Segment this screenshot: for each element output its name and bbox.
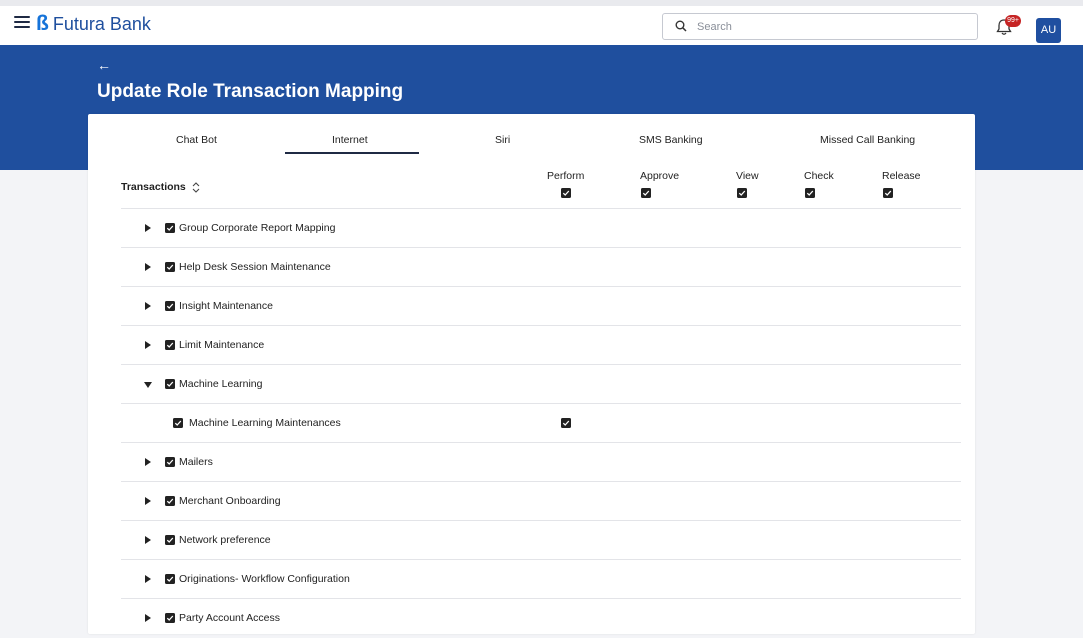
row-label: Party Account Access xyxy=(179,612,280,624)
caret-right-icon[interactable] xyxy=(145,614,151,622)
table-row: Merchant Onboarding xyxy=(121,482,961,521)
transactions-header-label: Transactions xyxy=(121,181,186,193)
column-header-approve: Approve xyxy=(640,170,680,182)
check-icon xyxy=(174,420,182,426)
top-bar: ß Futura Bank 99+ AU xyxy=(0,0,1083,45)
hamburger-menu-icon[interactable] xyxy=(14,16,30,30)
check-icon xyxy=(166,342,174,348)
view-all-checkbox[interactable] xyxy=(737,188,747,198)
column-header-view: View xyxy=(736,170,759,182)
table-row-sub: Machine Learning Maintenances xyxy=(121,404,961,443)
row-checkbox[interactable] xyxy=(165,613,175,623)
row-checkbox[interactable] xyxy=(173,418,183,428)
approve-all-checkbox[interactable] xyxy=(641,188,651,198)
caret-right-icon[interactable] xyxy=(145,341,151,349)
caret-right-icon[interactable] xyxy=(145,458,151,466)
check-icon xyxy=(884,190,892,196)
check-icon xyxy=(166,537,174,543)
back-arrow-icon[interactable]: ← xyxy=(97,58,111,72)
column-header-release: Release xyxy=(882,170,921,182)
row-checkbox[interactable] xyxy=(165,535,175,545)
search-input[interactable] xyxy=(697,17,967,36)
row-checkbox[interactable] xyxy=(165,574,175,584)
search-icon xyxy=(675,20,687,32)
table-row: Group Corporate Report Mapping xyxy=(121,209,961,248)
row-checkbox[interactable] xyxy=(165,301,175,311)
brand-logo[interactable]: ß Futura Bank xyxy=(36,12,151,36)
caret-right-icon[interactable] xyxy=(145,536,151,544)
notification-badge: 99+ xyxy=(1005,15,1021,27)
row-label: Machine Learning Maintenances xyxy=(189,417,341,429)
channel-tabs: Chat Bot Internet Siri SMS Banking Misse… xyxy=(88,114,975,156)
table-row: Originations- Workflow Configuration xyxy=(121,560,961,599)
active-tab-indicator xyxy=(285,152,419,154)
row-label: Help Desk Session Maintenance xyxy=(179,261,331,273)
release-all-checkbox[interactable] xyxy=(883,188,893,198)
check-icon xyxy=(738,190,746,196)
row-checkbox[interactable] xyxy=(165,457,175,467)
caret-down-icon[interactable] xyxy=(144,382,152,388)
row-label: Group Corporate Report Mapping xyxy=(179,222,336,234)
sort-icon[interactable] xyxy=(192,182,200,193)
perform-checkbox[interactable] xyxy=(561,418,571,428)
check-icon xyxy=(562,420,570,426)
caret-right-icon[interactable] xyxy=(145,575,151,583)
caret-right-icon[interactable] xyxy=(145,302,151,310)
row-label: Mailers xyxy=(179,456,213,468)
row-checkbox[interactable] xyxy=(165,262,175,272)
caret-right-icon[interactable] xyxy=(145,224,151,232)
check-icon xyxy=(562,190,570,196)
user-avatar[interactable]: AU xyxy=(1036,18,1061,43)
check-icon xyxy=(166,576,174,582)
tab-sms-banking[interactable]: SMS Banking xyxy=(639,133,703,147)
column-header-perform: Perform xyxy=(547,170,585,182)
brand-name: Futura Bank xyxy=(52,14,151,34)
row-label: Limit Maintenance xyxy=(179,339,265,351)
check-icon xyxy=(806,190,814,196)
row-label: Insight Maintenance xyxy=(179,300,273,312)
check-icon xyxy=(166,381,174,387)
table-row: Help Desk Session Maintenance xyxy=(121,248,961,287)
row-checkbox[interactable] xyxy=(165,496,175,506)
page-title: Update Role Transaction Mapping xyxy=(97,81,404,102)
column-header-check: Check xyxy=(804,170,834,182)
check-icon xyxy=(166,225,174,231)
table-row: Party Account Access xyxy=(121,599,961,638)
row-label: Originations- Workflow Configuration xyxy=(179,573,350,585)
table-row: Machine Learning xyxy=(121,365,961,404)
table-row: Limit Maintenance xyxy=(121,326,961,365)
perform-all-checkbox[interactable] xyxy=(561,188,571,198)
check-icon xyxy=(642,190,650,196)
row-checkbox[interactable] xyxy=(165,223,175,233)
check-icon xyxy=(166,264,174,270)
logo-mark-icon: ß xyxy=(36,12,49,35)
tab-internet[interactable]: Internet xyxy=(332,133,368,147)
caret-right-icon[interactable] xyxy=(145,263,151,271)
row-label: Merchant Onboarding xyxy=(179,495,281,507)
row-checkbox[interactable] xyxy=(165,340,175,350)
check-icon xyxy=(166,303,174,309)
check-icon xyxy=(166,459,174,465)
caret-right-icon[interactable] xyxy=(145,497,151,505)
tab-missed-call-banking[interactable]: Missed Call Banking xyxy=(820,133,915,147)
check-icon xyxy=(166,615,174,621)
row-label: Machine Learning xyxy=(179,378,263,390)
transactions-header[interactable]: Transactions xyxy=(121,181,200,194)
row-label: Network preference xyxy=(179,534,271,546)
tab-chat-bot[interactable]: Chat Bot xyxy=(176,133,217,147)
check-icon xyxy=(166,498,174,504)
mapping-card: Chat Bot Internet Siri SMS Banking Misse… xyxy=(88,114,975,634)
tab-siri[interactable]: Siri xyxy=(495,133,510,147)
check-all-checkbox[interactable] xyxy=(805,188,815,198)
table-row: Network preference xyxy=(121,521,961,560)
search-box[interactable] xyxy=(662,13,978,40)
table-row: Insight Maintenance xyxy=(121,287,961,326)
row-checkbox[interactable] xyxy=(165,379,175,389)
table-row: Mailers xyxy=(121,443,961,482)
